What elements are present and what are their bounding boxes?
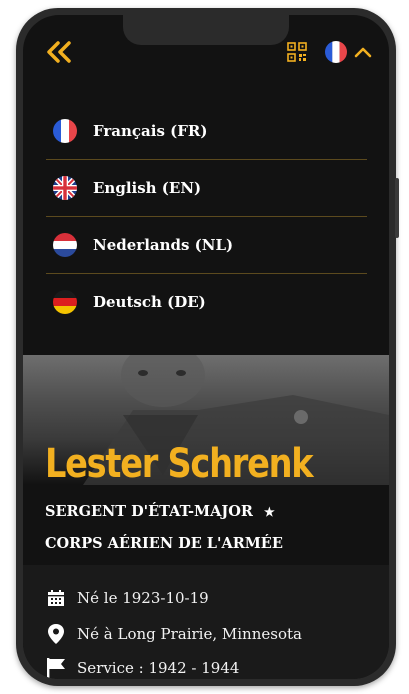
birth-place-row: Né à Long Prairie, Minnesota [45,623,302,645]
calendar-icon [45,587,67,609]
collapse-language-menu-button[interactable] [353,43,373,61]
rank-text: SERGENT D'ÉTAT-MAJOR [45,503,253,520]
language-label: Français (FR) [93,122,208,140]
language-menu: Français (FR) English (EN) Nederlands (N… [23,103,389,330]
language-option-en[interactable]: English (EN) [46,160,367,217]
phone-notch [123,15,289,45]
profile-hero: Lester Schrenk SERGENT D'ÉTAT-MAJOR ★ CO… [23,355,389,565]
location-pin-icon [45,623,67,645]
unit-text: CORPS AÉRIEN DE L'ARMÉE [45,535,283,552]
phone-frame: Français (FR) English (EN) Nederlands (N… [16,8,399,686]
details-panel: Né le 1923-10-19 Né à Long Prairie, Minn… [23,565,389,679]
flag-fr-icon [53,119,77,143]
language-label: Deutsch (DE) [93,293,206,311]
phone-screen: Français (FR) English (EN) Nederlands (N… [23,15,389,679]
service-text: Service : 1942 - 1944 [77,659,240,677]
service-row: Service : 1942 - 1944 [45,657,239,679]
double-chevron-left-icon [47,41,71,63]
language-option-de[interactable]: Deutsch (DE) [46,274,367,330]
language-label: English (EN) [93,179,202,197]
rank-star: ★ [263,505,275,519]
language-option-nl[interactable]: Nederlands (NL) [46,217,367,274]
birth-date-row: Né le 1923-10-19 [45,587,209,609]
flag-uk-icon [53,176,77,200]
language-option-fr[interactable]: Français (FR) [46,103,367,160]
birth-date-text: Né le 1923-10-19 [77,589,209,607]
rank-line: SERGENT D'ÉTAT-MAJOR ★ [45,503,275,520]
phone-side-button [395,178,399,238]
soldier-name: Lester Schrenk [45,441,314,487]
qr-code-button[interactable] [287,42,307,62]
language-label: Nederlands (NL) [93,236,234,254]
birth-place-text: Né à Long Prairie, Minnesota [77,625,302,643]
flag-fr-icon [325,41,347,63]
qr-code-icon [287,42,307,62]
flag-de-icon [53,290,77,314]
flag-icon [45,657,67,679]
chevron-up-icon [354,47,372,58]
back-button[interactable] [45,40,75,64]
flag-nl-icon [53,233,77,257]
language-selector-button[interactable] [325,41,347,63]
